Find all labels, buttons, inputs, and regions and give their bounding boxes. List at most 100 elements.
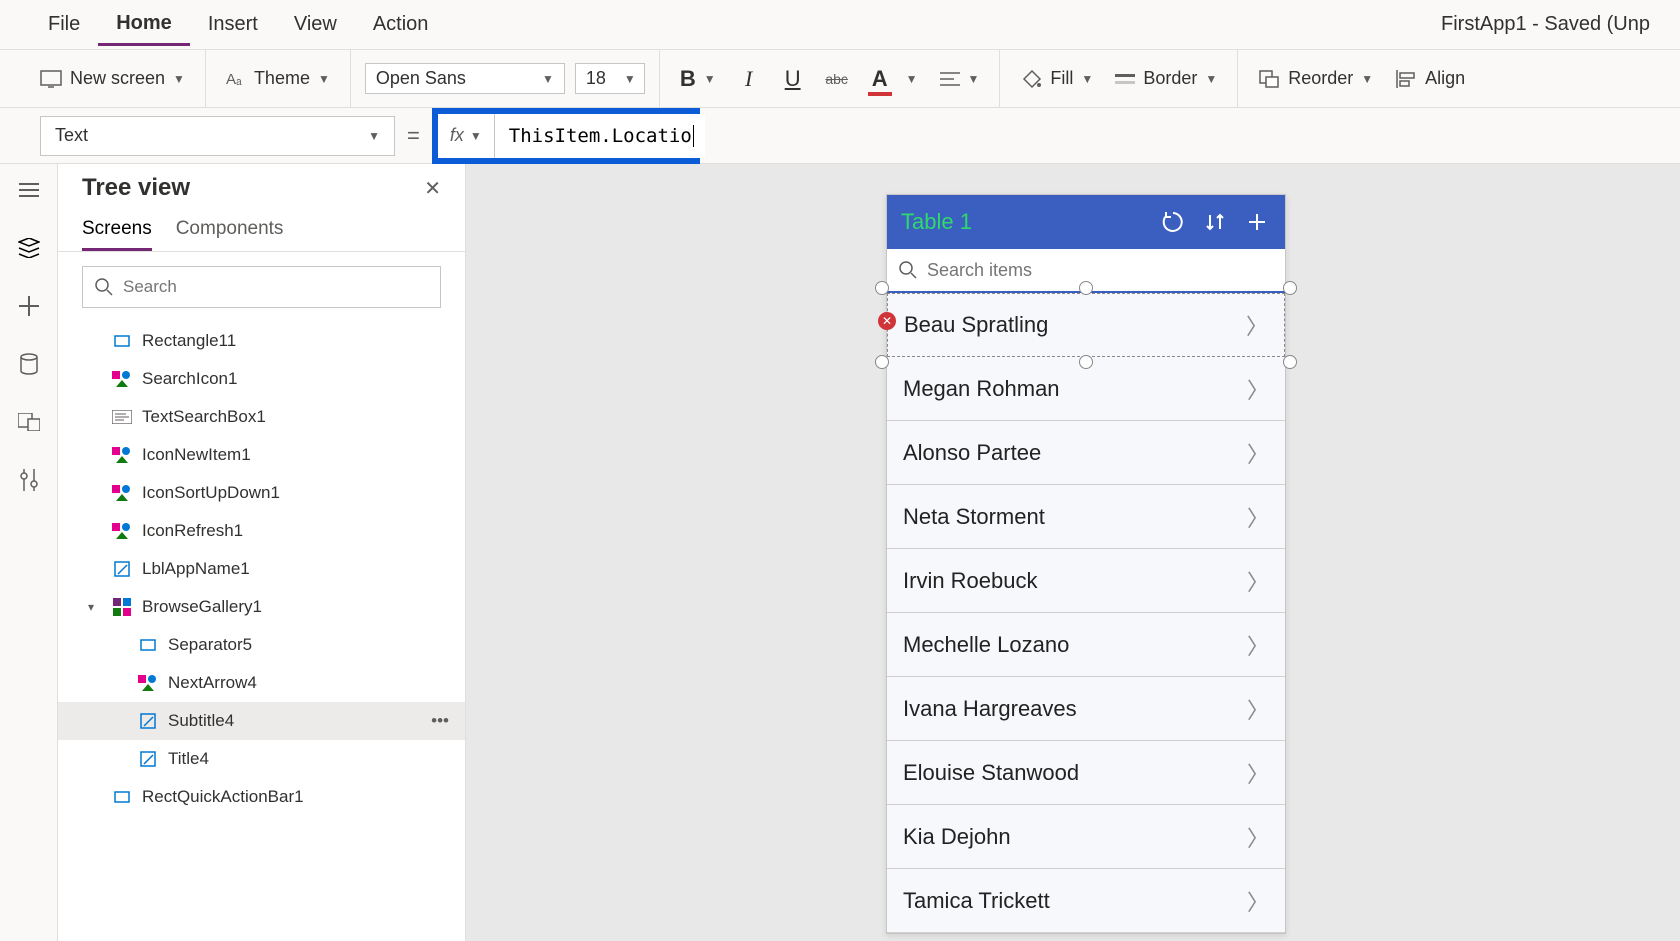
tree-item-icon — [112, 521, 132, 541]
menu-home[interactable]: Home — [98, 4, 190, 46]
more-icon[interactable]: ••• — [431, 711, 449, 731]
menu-action[interactable]: Action — [355, 5, 447, 44]
canvas[interactable]: Table 1 ✕Beau Spratling〉Megan Rohman〉Alo… — [466, 164, 1680, 941]
tree-item[interactable]: SearchIcon1 — [58, 360, 465, 398]
tree-item[interactable]: NextArrow4 — [58, 664, 465, 702]
tree-item-label: Rectangle11 — [142, 331, 236, 351]
refresh-icon[interactable] — [1159, 208, 1187, 236]
tree-item[interactable]: Rectangle11 — [58, 322, 465, 360]
fill-button[interactable]: Fill ▼ — [1014, 62, 1099, 95]
chevron-right-icon: 〉 — [1246, 309, 1268, 341]
browse-gallery: ✕Beau Spratling〉Megan Rohman〉Alonso Part… — [887, 293, 1285, 933]
text-align-button[interactable]: ▼ — [934, 65, 986, 93]
theme-button[interactable]: Aₐ Theme ▼ — [220, 62, 336, 95]
app-header: Table 1 — [887, 195, 1285, 249]
close-icon[interactable]: ✕ — [424, 176, 441, 201]
underline-button[interactable]: U — [776, 62, 810, 96]
add-icon[interactable] — [1243, 208, 1271, 236]
tree-item-label: NextArrow4 — [168, 673, 257, 693]
search-icon — [899, 261, 917, 279]
font-size-select[interactable]: 18 ▼ — [575, 63, 645, 94]
border-button[interactable]: Border ▼ — [1109, 62, 1223, 95]
chevron-down-icon: ▼ — [470, 129, 482, 143]
gallery-item-name: Megan Rohman — [903, 376, 1060, 402]
chevron-down-icon: ▼ — [1361, 72, 1373, 86]
chevron-down-icon: ▼ — [968, 72, 980, 86]
gallery-item[interactable]: Megan Rohman〉 — [887, 357, 1285, 421]
menu-view[interactable]: View — [276, 5, 355, 44]
tree-item[interactable]: RectQuickActionBar1 — [58, 778, 465, 816]
chevron-down-icon: ▼ — [318, 72, 330, 86]
insert-icon[interactable] — [13, 290, 45, 322]
tree-item-label: BrowseGallery1 — [142, 597, 262, 617]
tree-item-icon — [138, 711, 158, 731]
text-caret — [693, 125, 694, 147]
chevron-right-icon: 〉 — [1247, 437, 1269, 469]
app-preview: Table 1 ✕Beau Spratling〉Megan Rohman〉Alo… — [886, 194, 1286, 934]
new-screen-button[interactable]: New screen ▼ — [34, 62, 191, 95]
gallery-item[interactable]: Ivana Hargreaves〉 — [887, 677, 1285, 741]
chevron-down-icon: ▼ — [704, 72, 716, 86]
expand-icon[interactable]: ▾ — [88, 600, 102, 614]
data-icon[interactable] — [13, 348, 45, 380]
ribbon-toolbar: New screen ▼ Aₐ Theme ▼ Open Sans ▼ 18 ▼… — [0, 50, 1680, 108]
settings-icon[interactable] — [13, 464, 45, 496]
tree-item[interactable]: IconNewItem1 — [58, 436, 465, 474]
gallery-item[interactable]: Tamica Trickett〉 — [887, 869, 1285, 933]
tree-view-icon[interactable] — [13, 232, 45, 264]
sort-icon[interactable] — [1201, 208, 1229, 236]
tree-item[interactable]: LblAppName1 — [58, 550, 465, 588]
border-icon — [1115, 71, 1135, 87]
tree-item[interactable]: ▾ BrowseGallery1 — [58, 588, 465, 626]
reorder-button[interactable]: Reorder ▼ — [1252, 62, 1379, 95]
tree-item-icon — [112, 407, 132, 427]
gallery-item[interactable]: ✕Beau Spratling〉 — [887, 293, 1285, 357]
app-title: Table 1 — [901, 209, 1145, 235]
align-label: Align — [1425, 68, 1465, 89]
tree-search[interactable] — [82, 266, 441, 308]
tree-item-icon — [112, 445, 132, 465]
font-family-select[interactable]: Open Sans ▼ — [365, 63, 565, 94]
menu-file[interactable]: File — [30, 5, 98, 44]
reorder-icon — [1258, 69, 1280, 89]
bold-button[interactable]: B▼ — [674, 60, 722, 98]
tree-item[interactable]: Subtitle4••• — [58, 702, 465, 740]
gallery-item[interactable]: Alonso Partee〉 — [887, 421, 1285, 485]
gallery-item[interactable]: Elouise Stanwood〉 — [887, 741, 1285, 805]
tree-item-icon — [112, 369, 132, 389]
tree-item-icon — [138, 749, 158, 769]
tree-item[interactable]: Title4 — [58, 740, 465, 778]
tree-search-input[interactable] — [123, 277, 428, 297]
tab-components[interactable]: Components — [176, 210, 284, 251]
tree-item-icon — [138, 673, 158, 693]
tree-item-label: IconRefresh1 — [142, 521, 243, 541]
hamburger-icon[interactable] — [13, 174, 45, 206]
gallery-item[interactable]: Kia Dejohn〉 — [887, 805, 1285, 869]
gallery-item[interactable]: Neta Storment〉 — [887, 485, 1285, 549]
strikethrough-button[interactable]: abc — [820, 62, 854, 96]
app-search[interactable] — [887, 249, 1285, 293]
italic-button[interactable]: I — [732, 62, 766, 96]
gallery-item[interactable]: Irvin Roebuck〉 — [887, 549, 1285, 613]
fx-label[interactable]: fx ▼ — [438, 114, 495, 158]
tree-item[interactable]: IconRefresh1 — [58, 512, 465, 550]
tree-item[interactable]: Separator5 — [58, 626, 465, 664]
gallery-item-name: Mechelle Lozano — [903, 632, 1069, 658]
tab-screens[interactable]: Screens — [82, 210, 152, 251]
gallery-item[interactable]: Mechelle Lozano 〉 — [887, 613, 1285, 677]
tree-view-title: Tree view — [82, 174, 190, 202]
gallery-item-name: Tamica Trickett — [903, 888, 1050, 914]
fill-label: Fill — [1050, 68, 1073, 89]
document-title: FirstApp1 - Saved (Unp — [1441, 13, 1650, 36]
tree-item[interactable]: TextSearchBox1 — [58, 398, 465, 436]
chevron-right-icon: 〉 — [1247, 629, 1269, 661]
menu-insert[interactable]: Insert — [190, 5, 276, 44]
formula-input[interactable] — [495, 114, 705, 158]
media-icon[interactable] — [13, 406, 45, 438]
tree-item-label: Separator5 — [168, 635, 252, 655]
font-color-button[interactable]: A▼ — [864, 60, 924, 98]
tree-item[interactable]: IconSortUpDown1 — [58, 474, 465, 512]
property-selector[interactable]: Text ▼ — [40, 116, 395, 156]
app-search-input[interactable] — [927, 260, 1273, 281]
align-button[interactable]: Align — [1389, 62, 1471, 95]
